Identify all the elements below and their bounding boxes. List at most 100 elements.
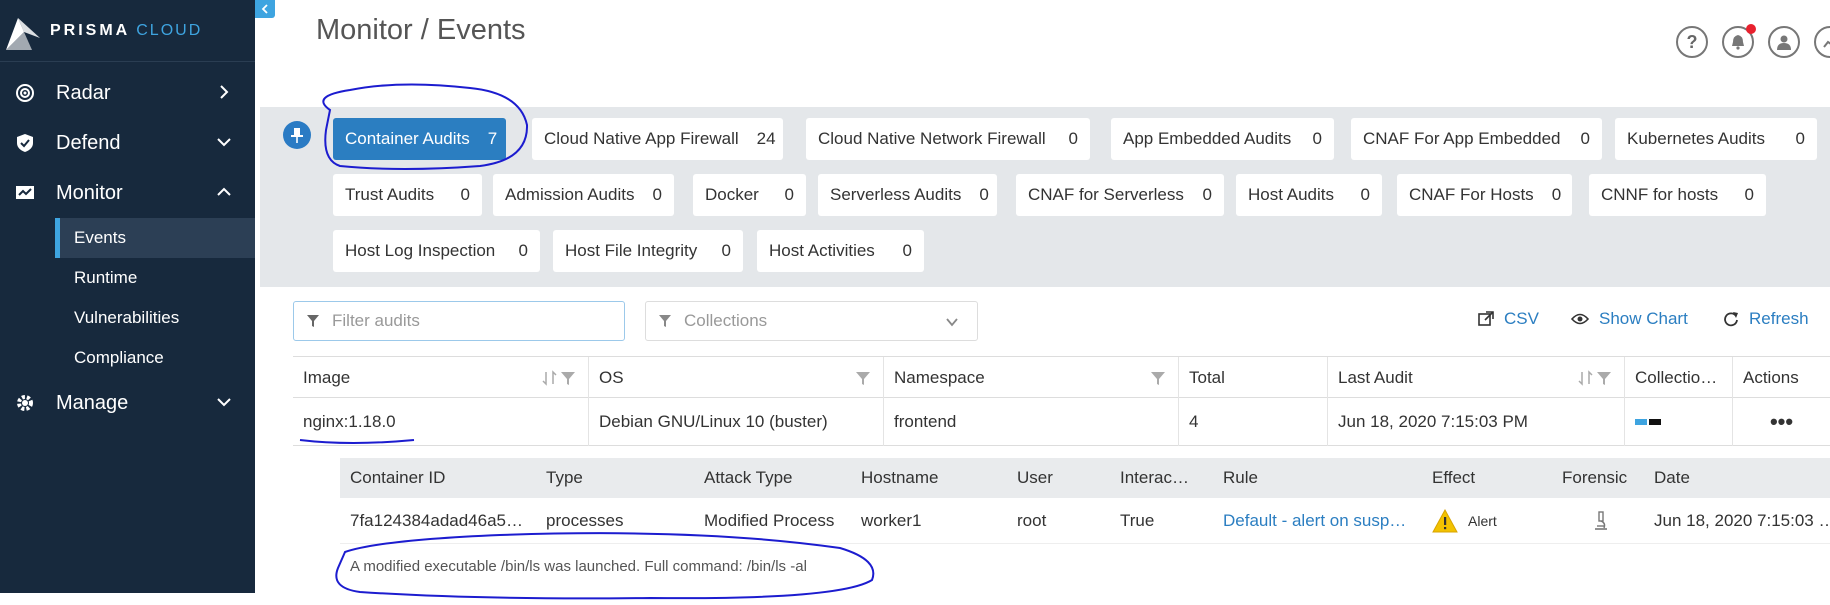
filter-icon[interactable]	[1596, 370, 1612, 386]
tab-count: 0	[979, 185, 989, 204]
chevron-down-icon	[217, 398, 231, 407]
show-chart-label: Show Chart	[1599, 309, 1688, 328]
collections-select[interactable]: Collections	[645, 301, 978, 341]
collection-swatch-blue	[1635, 419, 1647, 425]
tab-cloud-native-network-firewall[interactable]: Cloud Native Network Firewall 0	[806, 118, 1090, 160]
tab-count: 0	[652, 185, 662, 204]
effect-label: Alert	[1468, 513, 1497, 529]
collections-placeholder: Collections	[684, 311, 768, 330]
chevron-left-icon	[261, 4, 268, 14]
filter-audits-input[interactable]: Filter audits	[293, 301, 625, 341]
sidebar-item-label: Radar	[56, 81, 111, 104]
cell-image[interactable]: nginx:1.18.0	[293, 398, 589, 446]
tab-count: 0	[1551, 185, 1562, 204]
column-os[interactable]: OS	[589, 357, 884, 399]
sidebar-subitem-vulnerabilities[interactable]: Vulnerabilities	[0, 298, 255, 338]
tab-cnnf-for-hosts[interactable]: CNNF for hosts 0	[1589, 174, 1766, 216]
column-attack-type: Attack Type	[704, 468, 793, 487]
sidebar-subitem-compliance[interactable]: Compliance	[0, 338, 255, 378]
tab-count: 0	[518, 241, 528, 260]
column-actions: Actions	[1733, 357, 1830, 399]
chart-icon	[1823, 40, 1830, 48]
tab-serverless-audits[interactable]: Serverless Audits 0	[818, 174, 997, 216]
bell-icon	[1732, 35, 1744, 50]
refresh-button[interactable]: Refresh	[1723, 309, 1809, 329]
help-icon: ?	[1686, 31, 1698, 52]
tab-cnaf-for-app-embedded[interactable]: CNAF For App Embedded 0	[1351, 118, 1602, 160]
tab-label: Serverless Audits	[830, 185, 962, 204]
sidebar-subitem-runtime[interactable]: Runtime	[0, 258, 255, 298]
sort-icon[interactable]	[1578, 370, 1594, 386]
tab-count: 0	[1068, 129, 1078, 148]
sidebar-item-label: Monitor	[56, 181, 123, 204]
column-rule: Rule	[1223, 468, 1258, 487]
column-interactive: Interac…	[1120, 468, 1189, 487]
filter-placeholder: Filter audits	[332, 311, 420, 330]
app-root: PRISMA CLOUD Radar Defend Monitor Events…	[0, 0, 1830, 605]
column-image[interactable]: Image	[293, 357, 589, 399]
tab-cloud-native-app-firewall[interactable]: Cloud Native App Firewall 24	[532, 118, 783, 160]
tab-kubernetes-audits[interactable]: Kubernetes Audits 0	[1615, 118, 1817, 160]
sort-icon[interactable]	[542, 370, 558, 386]
table-row[interactable]: nginx:1.18.0 Debian GNU/Linux 10 (buster…	[293, 398, 1830, 446]
monitor-icon	[14, 182, 36, 204]
column-namespace[interactable]: Namespace	[884, 357, 1179, 399]
column-label: Last Audit	[1338, 368, 1413, 387]
column-date: Date	[1654, 468, 1690, 487]
csv-export-button[interactable]: CSV	[1478, 309, 1539, 329]
details-row[interactable]: 7fa124384adad46a5… processes Modified Pr…	[340, 498, 1830, 544]
cell-namespace: frontend	[884, 398, 1179, 446]
tab-label: Host Activities	[769, 241, 875, 260]
tab-label: Host Log Inspection	[345, 241, 496, 260]
chevron-down-icon	[946, 318, 958, 327]
help-button[interactable]: ?	[1676, 26, 1708, 58]
column-last-audit[interactable]: Last Audit	[1328, 357, 1625, 399]
radar-icon	[14, 82, 36, 104]
tab-label: Host File Integrity	[565, 241, 698, 260]
filter-icon[interactable]	[1150, 370, 1166, 386]
tab-host-file-integrity[interactable]: Host File Integrity 0	[553, 230, 743, 272]
sidebar-item-defend[interactable]: Defend	[0, 118, 255, 168]
tab-trust-audits[interactable]: Trust Audits 0	[333, 174, 482, 216]
sidebar-item-monitor[interactable]: Monitor	[0, 168, 255, 218]
tab-label: CNAF For Hosts	[1409, 185, 1534, 204]
column-total[interactable]: Total	[1179, 357, 1328, 399]
tab-cnaf-for-serverless[interactable]: CNAF for Serverless 0	[1016, 174, 1224, 216]
column-label: Namespace	[894, 368, 985, 387]
tab-docker[interactable]: Docker 0	[693, 174, 806, 216]
tab-admission-audits[interactable]: Admission Audits 0	[493, 174, 674, 216]
forensic-button[interactable]	[1592, 498, 1610, 544]
column-label: OS	[599, 368, 624, 387]
tab-count: 24	[756, 129, 776, 148]
tab-container-audits[interactable]: Container Audits 7	[333, 118, 506, 160]
tab-host-activities[interactable]: Host Activities 0	[757, 230, 924, 272]
sidebar-item-label: Defend	[56, 131, 121, 154]
row-actions-menu[interactable]: •••	[1733, 398, 1830, 446]
notifications-button[interactable]	[1722, 24, 1756, 58]
more-header-button[interactable]	[1814, 26, 1830, 58]
tab-count: 0	[1312, 129, 1322, 148]
sidebar-item-radar[interactable]: Radar	[0, 68, 255, 118]
pin-button[interactable]	[283, 121, 311, 149]
tab-cnaf-for-hosts[interactable]: CNAF For Hosts 0	[1397, 174, 1572, 216]
sidebar-subitem-events[interactable]: Events	[55, 218, 255, 258]
audit-type-tabs: Container Audits 7 Cloud Native App Firew…	[260, 107, 1830, 287]
rule-link[interactable]: Default - alert on susp…	[1223, 498, 1406, 544]
cell-interactive: True	[1120, 511, 1155, 530]
header-toolbar: ?	[1676, 24, 1830, 58]
column-collections[interactable]: Collectio…	[1625, 357, 1733, 399]
filter-icon[interactable]	[560, 370, 576, 386]
tab-label: Trust Audits	[345, 185, 435, 204]
tab-host-audits[interactable]: Host Audits 0	[1236, 174, 1382, 216]
show-chart-button[interactable]: Show Chart	[1571, 309, 1688, 329]
tab-app-embedded-audits[interactable]: App Embedded Audits 0	[1111, 118, 1334, 160]
refresh-icon	[1724, 312, 1738, 327]
user-menu-button[interactable]	[1768, 26, 1800, 58]
brand-logo[interactable]: PRISMA CLOUD	[0, 0, 255, 62]
filter-icon[interactable]	[855, 370, 871, 386]
tab-host-log-inspection[interactable]: Host Log Inspection 0	[333, 230, 540, 272]
cell-hostname: worker1	[861, 511, 922, 530]
collapse-sidebar-button[interactable]	[255, 0, 275, 18]
sidebar-item-manage[interactable]: Manage	[0, 378, 255, 428]
tab-count: 0	[784, 185, 794, 204]
